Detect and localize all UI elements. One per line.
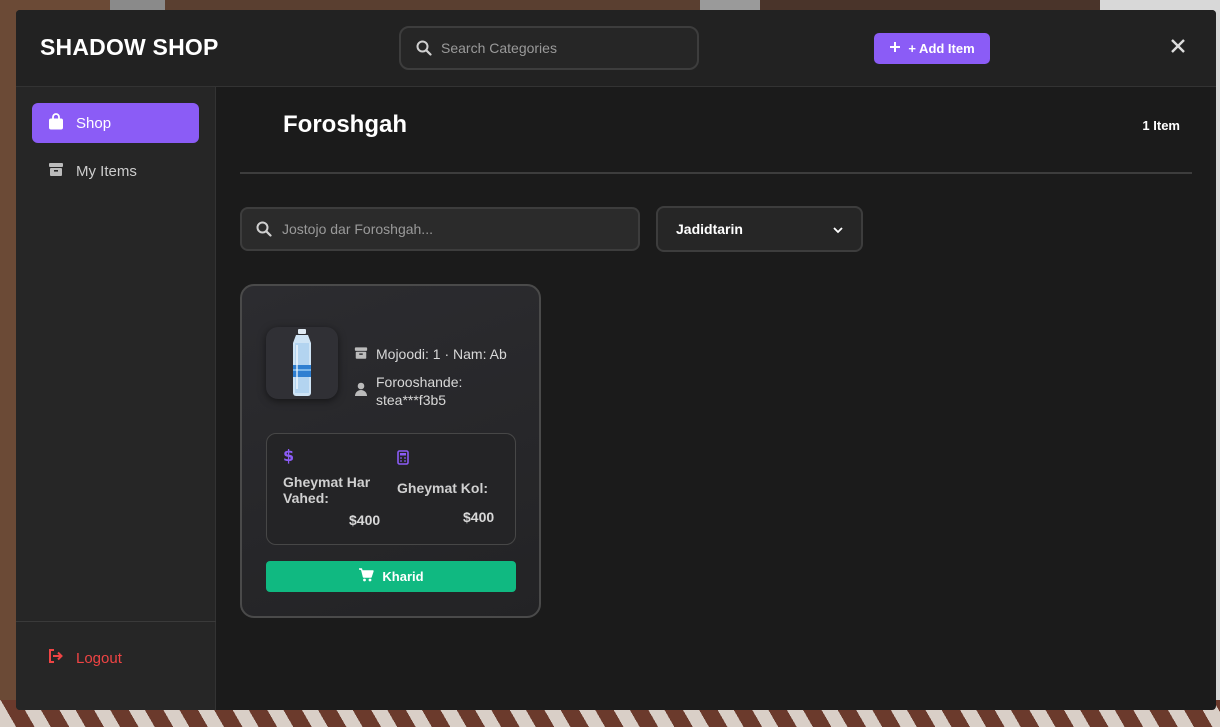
search-icon [416, 40, 432, 61]
sort-selected-value: Jadidtarin [676, 221, 743, 237]
shop-window: SHADOW SHOP + Add Item Shop [16, 10, 1216, 710]
user-icon [354, 382, 368, 399]
sidebar-item-my-items[interactable]: My Items [32, 151, 199, 191]
sidebar-item-shop[interactable]: Shop [32, 103, 199, 143]
sidebar-item-label: My Items [76, 162, 137, 180]
logout-button[interactable]: Logout [48, 649, 122, 667]
main-content: Foroshgah 1 Item Jadidtarin [216, 87, 1216, 710]
sort-select[interactable]: Jadidtarin [656, 206, 863, 252]
sidebar: Shop My Items Logout [16, 87, 216, 710]
total-price-label: Gheymat Kol: [397, 480, 489, 496]
brand-title: SHADOW SHOP [40, 34, 219, 60]
logout-icon [48, 649, 64, 667]
product-card: Mojoodi: 1 · Nam: Ab Forooshande: stea**… [240, 284, 541, 618]
cart-icon [358, 568, 375, 585]
buy-label: Kharid [382, 569, 424, 584]
shopping-bag-icon [48, 112, 64, 134]
sidebar-divider [16, 621, 216, 622]
add-item-label: + Add Item [908, 41, 975, 56]
item-count: 1 Item [1142, 118, 1180, 133]
unit-price-label: Gheymat Har Vahed: [283, 474, 371, 506]
water-bottle-icon [293, 329, 311, 396]
sidebar-item-label: Shop [76, 114, 112, 132]
total-price-value: $400 [463, 509, 495, 525]
page-title: Foroshgah [283, 111, 407, 138]
search-icon [256, 221, 272, 242]
category-search[interactable] [399, 26, 699, 70]
price-box: $ Gheymat Har Vahed: Gheymat Kol: $400 $… [266, 433, 516, 545]
chevron-down-icon [833, 221, 843, 237]
plus-icon [889, 41, 901, 56]
calculator-icon [397, 450, 409, 469]
seller-text: Forooshande: stea***f3b5 [376, 374, 463, 408]
shop-search-input[interactable] [282, 219, 622, 239]
close-icon [1171, 33, 1185, 58]
product-image [266, 327, 338, 399]
shop-search[interactable] [240, 207, 640, 251]
stock-text: Mojoodi: 1 · Nam: Ab [376, 346, 507, 362]
dollar-icon: $ [283, 446, 295, 465]
box-icon [48, 162, 64, 181]
unit-price-value: $400 [349, 512, 381, 528]
close-button[interactable] [1168, 36, 1188, 56]
product-seller: Forooshande: stea***f3b5 [354, 373, 486, 409]
box-icon [354, 346, 368, 363]
unit-price-block: $ Gheymat Har Vahed: [283, 446, 393, 506]
product-stock: Mojoodi: 1 · Nam: Ab [354, 346, 507, 363]
header: SHADOW SHOP + Add Item [16, 10, 1216, 87]
total-price-block: Gheymat Kol: [397, 450, 507, 496]
category-search-input[interactable] [441, 38, 681, 58]
add-item-button[interactable]: + Add Item [874, 33, 990, 64]
buy-button[interactable]: Kharid [266, 561, 516, 592]
title-divider [240, 172, 1192, 174]
logout-label: Logout [76, 649, 122, 667]
